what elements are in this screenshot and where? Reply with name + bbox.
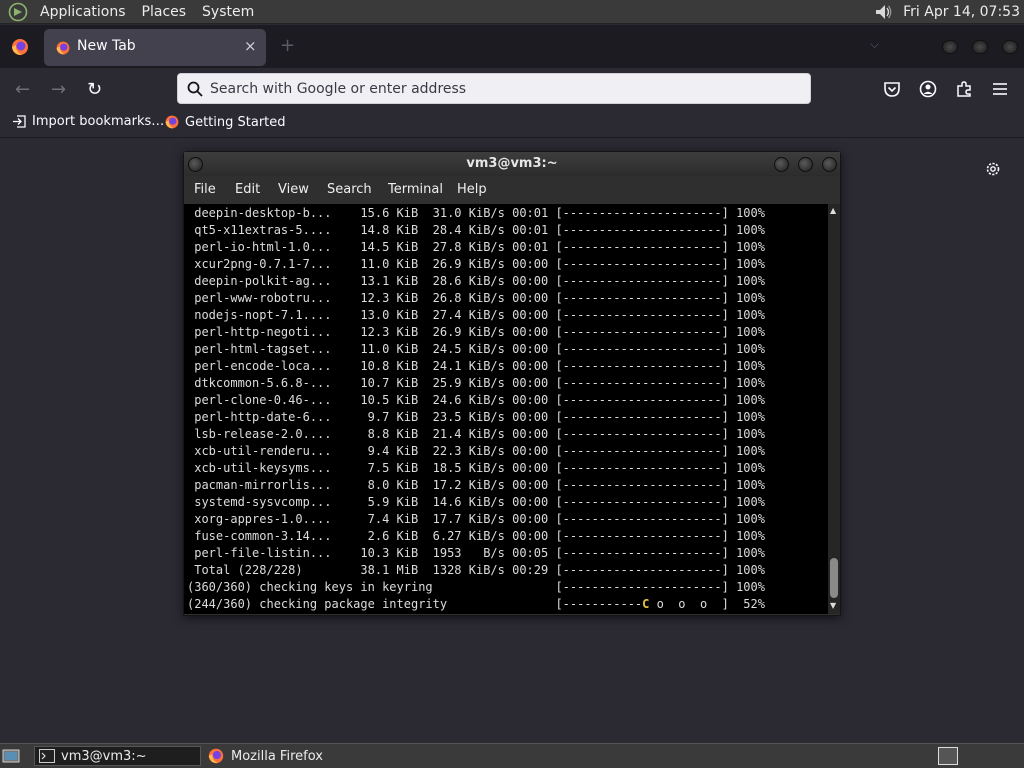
terminal-line: pacman-mirrorlis... 8.0 KiB 17.2 KiB/s 0… <box>187 478 765 492</box>
close-tab-icon[interactable]: × <box>244 37 257 55</box>
close-button[interactable] <box>822 157 837 172</box>
progress-prefix: (244/360) checking package integrity [--… <box>187 597 643 611</box>
terminal-line: perl-www-robotru... 12.3 KiB 26.8 KiB/s … <box>187 291 765 305</box>
terminal-line: (360/360) checking keys in keyring [----… <box>187 580 765 594</box>
menu-view[interactable]: View <box>278 182 309 197</box>
terminal-line: xcb-util-renderu... 9.4 KiB 22.3 KiB/s 0… <box>187 444 765 458</box>
reload-button[interactable]: ↻ <box>87 79 102 100</box>
bookmark-label: Import bookmarks… <box>32 114 165 129</box>
firefox-icon <box>208 748 224 764</box>
mate-logo-icon[interactable] <box>8 2 28 22</box>
list-all-tabs-icon[interactable]: ⌵ <box>870 37 879 52</box>
terminal-titlebar[interactable]: vm3@vm3:~ <box>184 152 840 176</box>
terminal-line: perl-clone-0.46-... 10.5 KiB 24.6 KiB/s … <box>187 393 765 407</box>
back-button[interactable]: ← <box>15 79 30 100</box>
tab-label: New Tab <box>77 38 136 54</box>
progress-suffix: o o o ] 52% <box>649 597 765 611</box>
terminal-line: perl-http-negoti... 12.3 KiB 26.9 KiB/s … <box>187 325 765 339</box>
taskbar-item-terminal[interactable]: vm3@vm3:~ <box>34 746 201 766</box>
terminal-line: xcur2png-0.7.1-7... 11.0 KiB 26.9 KiB/s … <box>187 257 765 271</box>
firefox-icon <box>56 41 70 55</box>
volume-icon[interactable] <box>873 2 893 22</box>
maximize-button[interactable] <box>798 157 813 172</box>
scrollbar-thumb[interactable] <box>830 558 838 598</box>
account-icon[interactable] <box>919 80 937 98</box>
bottom-panel: vm3@vm3:~ Mozilla Firefox <box>0 743 1024 768</box>
terminal-line: xcb-util-keysyms... 7.5 KiB 18.5 KiB/s 0… <box>187 461 765 475</box>
scroll-down-icon[interactable]: ▼ <box>830 601 836 610</box>
terminal-line: xorg-appres-1.0.... 7.4 KiB 17.7 KiB/s 0… <box>187 512 765 526</box>
tab-strip: New Tab × + ⌵ <box>0 25 1024 68</box>
terminal-progress-line: (244/360) checking package integrity [--… <box>184 596 828 613</box>
terminal-line: deepin-polkit-ag... 13.1 KiB 28.6 KiB/s … <box>187 274 765 288</box>
url-input[interactable] <box>210 78 800 100</box>
url-bar[interactable] <box>177 73 811 104</box>
menu-help[interactable]: Help <box>457 182 487 197</box>
new-tab-button[interactable]: + <box>280 35 295 56</box>
terminal-line: perl-html-tagset... 11.0 KiB 24.5 KiB/s … <box>187 342 765 356</box>
menu-terminal[interactable]: Terminal <box>388 182 443 197</box>
terminal-scrollbar[interactable]: ▲ ▼ <box>828 204 840 614</box>
firefox-icon[interactable] <box>10 37 30 57</box>
taskbar-item-label: vm3@vm3:~ <box>61 748 147 764</box>
terminal-line: lsb-release-2.0.... 8.8 KiB 21.4 KiB/s 0… <box>187 427 765 441</box>
bookmark-label: Getting Started <box>185 114 286 130</box>
taskbar-item-label: Mozilla Firefox <box>231 748 323 764</box>
minimize-button[interactable] <box>774 157 789 172</box>
forward-button[interactable]: → <box>51 79 66 100</box>
bookmark-import[interactable]: Import bookmarks… <box>12 114 164 129</box>
extensions-icon[interactable] <box>955 80 973 98</box>
show-desktop-icon[interactable] <box>2 748 20 764</box>
terminal-line: systemd-sysvcomp... 5.9 KiB 14.6 KiB/s 0… <box>187 495 765 509</box>
minimize-window-button[interactable] <box>942 40 958 54</box>
terminal-line: dtkcommon-5.6.8-... 10.7 KiB 25.9 KiB/s … <box>187 376 765 390</box>
menu-icon[interactable] <box>991 80 1009 98</box>
menu-search[interactable]: Search <box>327 182 372 197</box>
top-panel: Applications Places System Fri Apr 14, 0… <box>0 0 1024 24</box>
terminal-line: perl-io-html-1.0... 14.5 KiB 27.8 KiB/s … <box>187 240 765 254</box>
bookmarks-toolbar: Import bookmarks… Getting Started <box>0 110 1024 138</box>
system-menu[interactable]: System <box>194 1 262 23</box>
taskbar-item-firefox[interactable]: Mozilla Firefox <box>203 746 383 766</box>
terminal-menubar: File Edit View Search Terminal Help <box>184 176 840 204</box>
terminal-line: perl-file-listin... 10.3 KiB 1953 B/s 00… <box>187 546 765 560</box>
terminal-output[interactable]: deepin-desktop-b... 15.6 KiB 31.0 KiB/s … <box>184 204 828 614</box>
pocket-icon[interactable] <box>883 80 901 98</box>
terminal-line: perl-encode-loca... 10.8 KiB 24.1 KiB/s … <box>187 359 765 373</box>
search-icon <box>187 81 203 97</box>
panel-clock[interactable]: Fri Apr 14, 07:53 <box>893 4 1024 20</box>
workspace-switcher-icon[interactable] <box>938 747 958 765</box>
terminal-line: perl-http-date-6... 9.7 KiB 23.5 KiB/s 0… <box>187 410 765 424</box>
terminal-line: qt5-x11extras-5.... 14.8 KiB 28.4 KiB/s … <box>187 223 765 237</box>
maximize-window-button[interactable] <box>972 40 988 54</box>
tab-new-tab[interactable]: New Tab × <box>44 29 266 66</box>
places-menu[interactable]: Places <box>134 1 195 23</box>
terminal-line: deepin-desktop-b... 15.6 KiB 31.0 KiB/s … <box>187 206 765 220</box>
navigation-bar: ← → ↻ <box>0 68 1024 110</box>
applications-menu[interactable]: Applications <box>32 1 134 23</box>
menu-file[interactable]: File <box>194 182 216 197</box>
firefox-icon <box>165 115 179 129</box>
scroll-up-icon[interactable]: ▲ <box>830 206 836 215</box>
import-icon <box>13 115 26 128</box>
terminal-title: vm3@vm3:~ <box>466 156 558 171</box>
terminal-line: nodejs-nopt-7.1.... 13.0 KiB 27.4 KiB/s … <box>187 308 765 322</box>
terminal-line: Total (228/228) 38.1 MiB 1328 KiB/s 00:2… <box>187 563 765 577</box>
terminal-window[interactable]: vm3@vm3:~ File Edit View Search Terminal… <box>183 151 841 616</box>
bookmark-getting-started[interactable]: Getting Started <box>164 114 286 130</box>
terminal-icon <box>39 749 55 763</box>
gear-icon[interactable] <box>984 160 1002 178</box>
close-window-button[interactable] <box>1002 40 1018 54</box>
terminal-line: fuse-common-3.14... 2.6 KiB 6.27 KiB/s 0… <box>187 529 765 543</box>
menu-edit[interactable]: Edit <box>235 182 260 197</box>
